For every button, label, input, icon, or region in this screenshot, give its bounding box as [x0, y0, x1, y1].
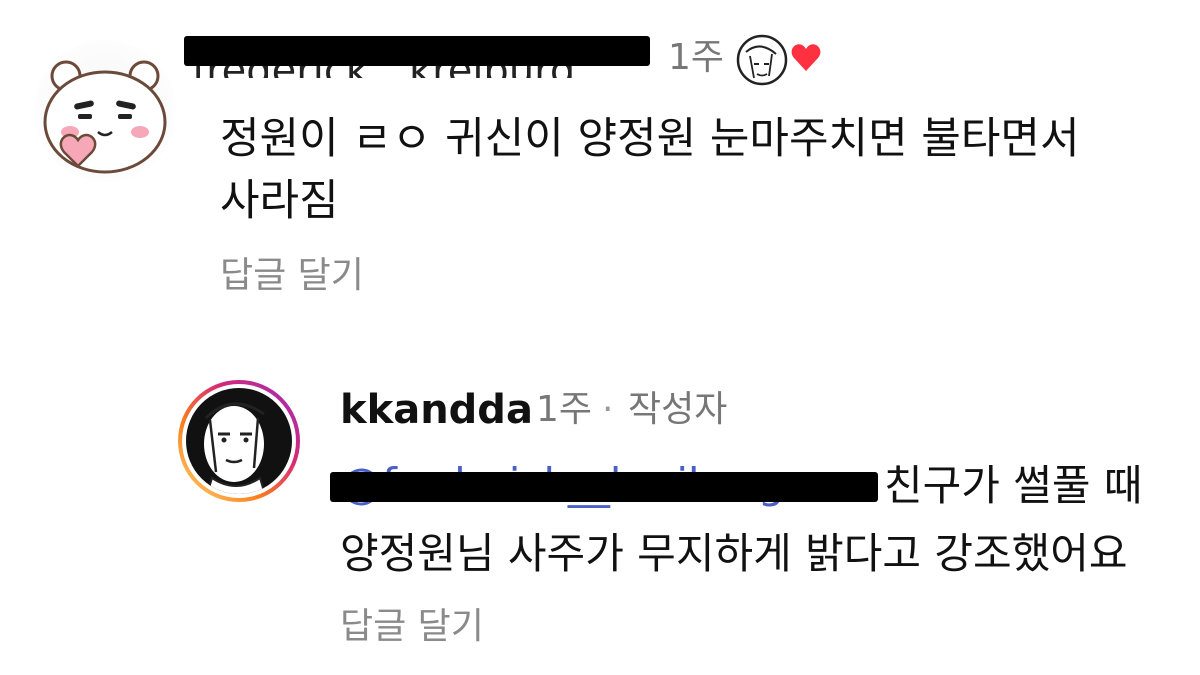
author-liked-indicator: [734, 30, 824, 90]
reply-button[interactable]: 답글 달기: [340, 604, 484, 650]
heart-icon: [791, 44, 821, 71]
reply-timestamp: 1주: [536, 389, 593, 430]
commenter-avatar[interactable]: [34, 40, 176, 182]
reply-button[interactable]: 답글 달기: [220, 253, 364, 299]
reply-body-line2: 양정원님 사주가 무지하게 밝다고 강조했어요: [340, 529, 1128, 578]
username-redaction-bar: [184, 36, 650, 66]
mention-redaction-bar: [330, 472, 878, 502]
meta-separator: ·: [602, 389, 614, 430]
author-username[interactable]: kkandda: [340, 385, 533, 435]
author-badge: 작성자: [628, 389, 728, 430]
reply-body-line1: 친구가 썰풀 때: [884, 461, 1143, 510]
comment-body: 정원이 ㄹㅇ 귀신이 양정원 눈마주치면 불타면서 사라짐: [220, 114, 1080, 226]
comment-timestamp: 1주: [668, 37, 725, 78]
author-avatar-story-ring[interactable]: [176, 378, 302, 504]
